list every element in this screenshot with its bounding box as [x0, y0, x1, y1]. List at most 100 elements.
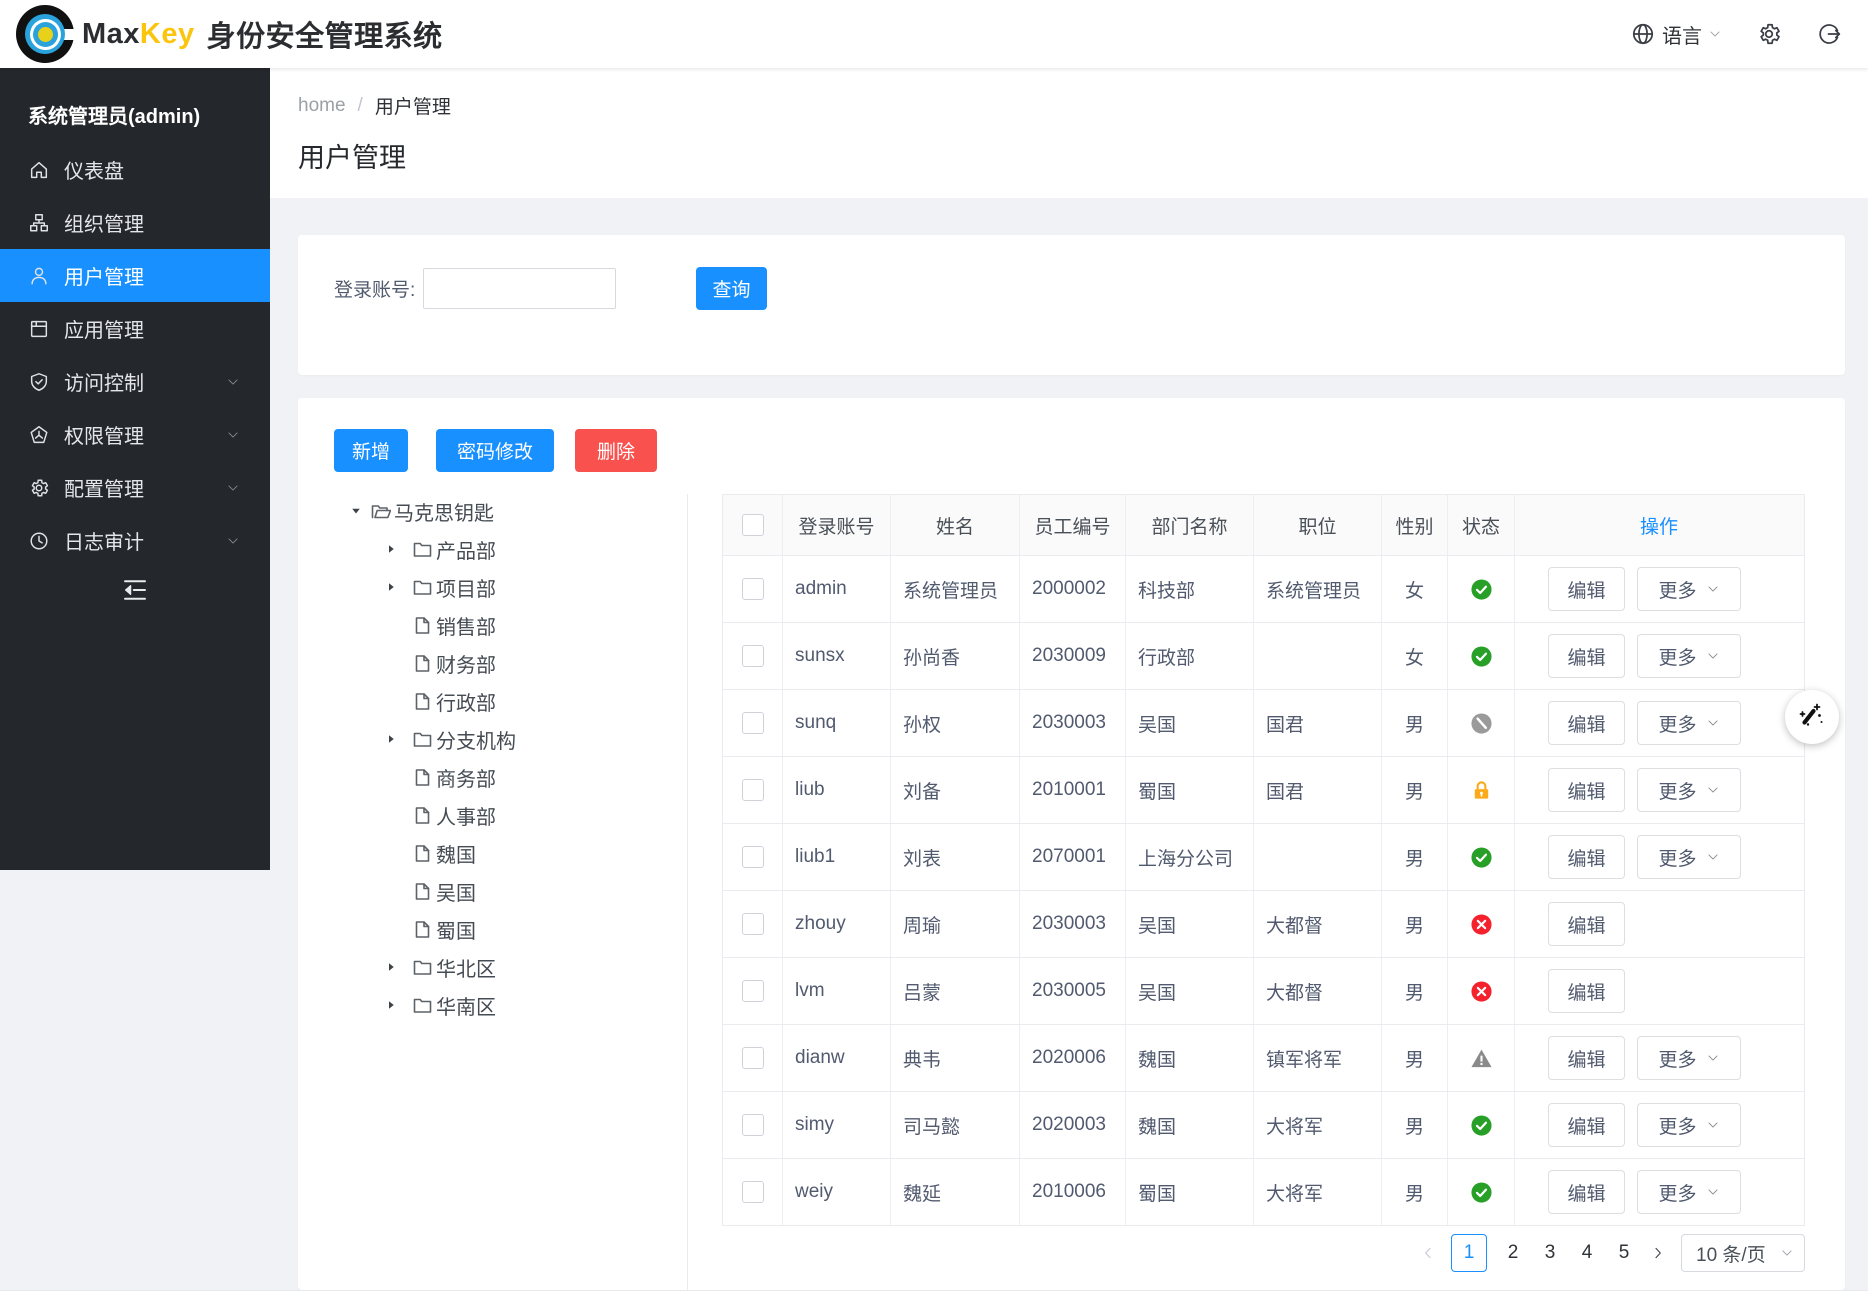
- cell-position: [1254, 824, 1382, 890]
- caret-right-icon[interactable]: [385, 733, 397, 745]
- cell-employee-no: 2020006: [1020, 1025, 1126, 1091]
- tree-node[interactable]: 华北区: [334, 948, 684, 986]
- page-button-2[interactable]: 2: [1502, 1242, 1524, 1264]
- tree-node-label: 行政部: [436, 687, 496, 716]
- sidebar-item-permissions[interactable]: 权限管理: [0, 408, 270, 461]
- tree-node[interactable]: 人事部: [334, 796, 684, 834]
- tree-node[interactable]: 分支机构: [334, 720, 684, 758]
- caret-right-icon[interactable]: [385, 999, 397, 1011]
- row-checkbox[interactable]: [742, 779, 764, 801]
- caret-right-icon[interactable]: [385, 581, 397, 593]
- tree-node[interactable]: 蜀国: [334, 910, 684, 948]
- sidebar-item-audit-log[interactable]: 日志审计: [0, 514, 270, 567]
- row-checkbox[interactable]: [742, 846, 764, 868]
- page-button-5[interactable]: 5: [1613, 1242, 1635, 1264]
- caret-down-icon[interactable]: [350, 505, 362, 517]
- tree-node-label: 魏国: [436, 839, 476, 868]
- select-all-checkbox[interactable]: [742, 514, 764, 536]
- row-checkbox[interactable]: [742, 980, 764, 1002]
- logout-icon[interactable]: [1816, 21, 1842, 47]
- tree-node[interactable]: 财务部: [334, 644, 684, 682]
- table-row-liub1: liub1刘表2070001上海分公司男编辑更多: [723, 824, 1804, 891]
- language-selector[interactable]: 语言: [1630, 20, 1722, 49]
- tree-node[interactable]: 魏国: [334, 834, 684, 872]
- edit-button[interactable]: 编辑: [1548, 701, 1625, 745]
- language-label: 语言: [1662, 20, 1702, 49]
- row-checkbox[interactable]: [742, 645, 764, 667]
- sidebar-item-dashboard[interactable]: 仪表盘: [0, 143, 270, 196]
- shield-icon: [28, 371, 50, 393]
- account-input[interactable]: [423, 268, 616, 309]
- pagination: 12345 10 条/页: [1420, 1234, 1805, 1272]
- more-button[interactable]: 更多: [1637, 634, 1741, 678]
- tree-node[interactable]: 吴国: [334, 872, 684, 910]
- menu-fold-icon[interactable]: [120, 575, 150, 605]
- row-checkbox[interactable]: [742, 1114, 764, 1136]
- page-button-3[interactable]: 3: [1539, 1242, 1561, 1264]
- chevron-down-icon: [1706, 1051, 1720, 1065]
- edit-button[interactable]: 编辑: [1548, 1036, 1625, 1080]
- query-button[interactable]: 查询: [696, 267, 767, 310]
- tree-node[interactable]: 商务部: [334, 758, 684, 796]
- edit-button[interactable]: 编辑: [1548, 902, 1625, 946]
- more-button[interactable]: 更多: [1637, 835, 1741, 879]
- cell-employee-no: 2070001: [1020, 824, 1126, 890]
- file-icon: [412, 615, 433, 636]
- breadcrumb-home-link[interactable]: home: [298, 95, 346, 117]
- caret-right-icon[interactable]: [385, 543, 397, 555]
- status-active: [1470, 846, 1493, 869]
- cell-account: weiy: [783, 1159, 891, 1225]
- edit-button[interactable]: 编辑: [1548, 1170, 1625, 1214]
- user-icon: [28, 265, 50, 287]
- delete-button[interactable]: 删除: [575, 429, 657, 472]
- folder-icon: [412, 957, 433, 978]
- caret-right-icon[interactable]: [385, 961, 397, 973]
- more-button[interactable]: 更多: [1637, 1170, 1741, 1214]
- cell-account: lvm: [783, 958, 891, 1024]
- add-button[interactable]: 新增: [334, 429, 408, 472]
- settings-gear-icon[interactable]: [1756, 21, 1782, 47]
- tree-node[interactable]: 销售部: [334, 606, 684, 644]
- more-button[interactable]: 更多: [1637, 768, 1741, 812]
- tree-node-root[interactable]: 马克思钥匙: [334, 492, 684, 530]
- sidebar-item-access-control[interactable]: 访问控制: [0, 355, 270, 408]
- page-button-1[interactable]: 1: [1451, 1234, 1487, 1272]
- row-checkbox[interactable]: [742, 1181, 764, 1203]
- page-size-select[interactable]: 10 条/页: [1681, 1234, 1805, 1272]
- more-button[interactable]: 更多: [1637, 1103, 1741, 1147]
- sidebar-item-users[interactable]: 用户管理: [0, 249, 270, 302]
- column-header: 状态: [1448, 495, 1515, 555]
- cell-gender: 男: [1382, 958, 1448, 1024]
- row-checkbox[interactable]: [742, 578, 764, 600]
- row-checkbox[interactable]: [742, 1047, 764, 1069]
- edit-button[interactable]: 编辑: [1548, 969, 1625, 1013]
- sidebar-item-organization[interactable]: 组织管理: [0, 196, 270, 249]
- tree-node[interactable]: 产品部: [334, 530, 684, 568]
- cell-gender: 男: [1382, 757, 1448, 823]
- more-button[interactable]: 更多: [1637, 701, 1741, 745]
- tree-node[interactable]: 行政部: [334, 682, 684, 720]
- file-icon: [412, 805, 433, 826]
- edit-button[interactable]: 编辑: [1548, 1103, 1625, 1147]
- tree-node[interactable]: 项目部: [334, 568, 684, 606]
- next-page-button[interactable]: [1650, 1245, 1666, 1261]
- row-checkbox[interactable]: [742, 913, 764, 935]
- status-active: [1470, 578, 1493, 601]
- change-password-button[interactable]: 密码修改: [436, 429, 554, 472]
- sidebar-item-configuration[interactable]: 配置管理: [0, 461, 270, 514]
- edit-button[interactable]: 编辑: [1548, 768, 1625, 812]
- prev-page-button[interactable]: [1420, 1245, 1436, 1261]
- more-button[interactable]: 更多: [1637, 567, 1741, 611]
- tree-node-label: 蜀国: [436, 915, 476, 944]
- sidebar-item-applications[interactable]: 应用管理: [0, 302, 270, 355]
- more-button[interactable]: 更多: [1637, 1036, 1741, 1080]
- row-checkbox[interactable]: [742, 712, 764, 734]
- edit-button[interactable]: 编辑: [1548, 835, 1625, 879]
- table-row-lvm: lvm吕蒙2030005吴国大都督男编辑: [723, 958, 1804, 1025]
- page-button-4[interactable]: 4: [1576, 1242, 1598, 1264]
- tree-node[interactable]: 华南区: [334, 986, 684, 1024]
- status-active: [1470, 1181, 1493, 1204]
- sidebar-item-label: 仪表盘: [64, 155, 124, 184]
- edit-button[interactable]: 编辑: [1548, 634, 1625, 678]
- edit-button[interactable]: 编辑: [1548, 567, 1625, 611]
